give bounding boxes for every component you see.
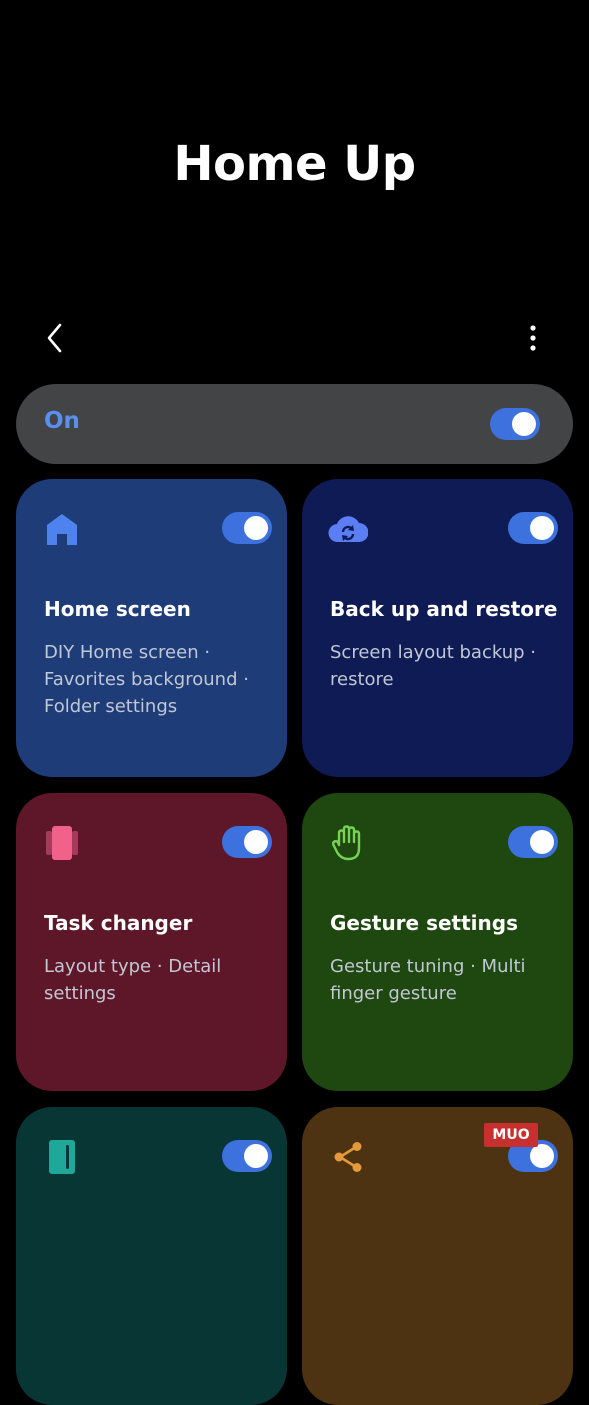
card-title: Back up and restore — [330, 597, 558, 621]
task-cards-icon — [42, 823, 82, 863]
home-icon — [42, 509, 82, 549]
card-title: Gesture settings — [330, 911, 518, 935]
card-gesture-settings[interactable]: Gesture settings Gesture tuning · Multi … — [302, 793, 573, 1091]
home-screen-toggle[interactable] — [222, 512, 272, 544]
card-description: Screen layout backup · restore — [330, 642, 536, 690]
task-changer-toggle[interactable] — [222, 826, 272, 858]
panel-icon — [42, 1137, 82, 1177]
master-switch-label: On — [44, 408, 80, 434]
chevron-left-icon — [47, 323, 62, 353]
share-icon — [328, 1137, 368, 1177]
card-title: Home screen — [44, 597, 191, 621]
card-teal-partial[interactable] — [16, 1107, 287, 1405]
card-title: Task changer — [44, 911, 193, 935]
page-title: Home Up — [173, 136, 416, 192]
teal-card-toggle[interactable] — [222, 1140, 272, 1172]
more-vertical-icon — [530, 325, 536, 351]
card-description: Layout type · Detail settings — [44, 956, 222, 1004]
backup-restore-toggle[interactable] — [508, 512, 558, 544]
gesture-settings-toggle[interactable] — [508, 826, 558, 858]
back-button[interactable] — [38, 318, 72, 358]
master-toggle-switch[interactable] — [490, 408, 540, 440]
card-home-screen[interactable]: Home screen DIY Home screen · Favorites … — [16, 479, 287, 777]
hand-icon — [328, 823, 368, 863]
card-task-changer[interactable]: Task changer Layout type · Detail settin… — [16, 793, 287, 1091]
more-options-button[interactable] — [516, 320, 550, 356]
master-switch-bar[interactable]: On — [16, 384, 573, 464]
card-description: Gesture tuning · Multi finger gesture — [330, 956, 526, 1004]
cloud-sync-icon — [328, 509, 368, 549]
watermark-logo: MUO — [484, 1123, 538, 1147]
card-backup-restore[interactable]: Back up and restore Screen layout backup… — [302, 479, 573, 777]
card-share-partial[interactable] — [302, 1107, 573, 1405]
card-description: DIY Home screen · Favorites background ·… — [44, 642, 249, 717]
